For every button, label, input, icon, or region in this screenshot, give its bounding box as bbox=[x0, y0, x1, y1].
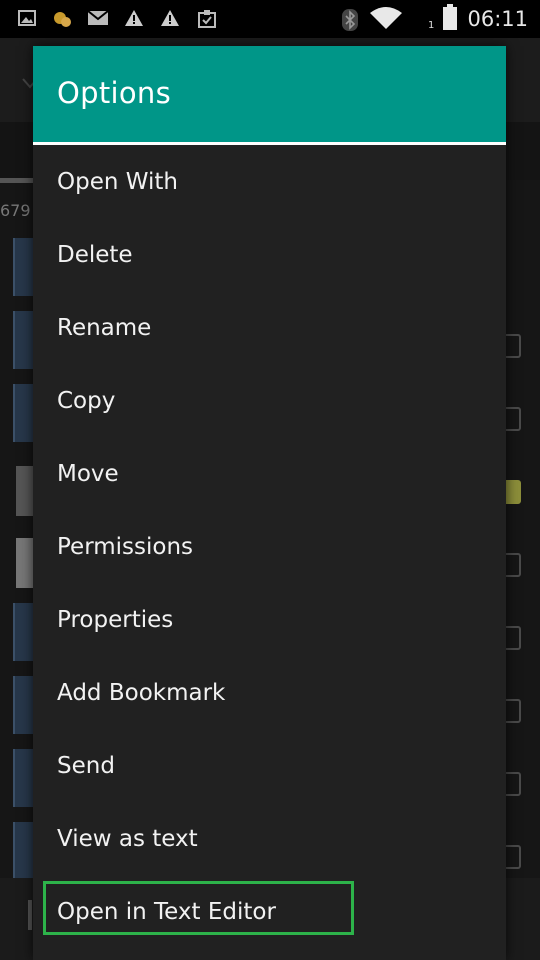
clipboard-icon bbox=[198, 10, 216, 28]
menu-item-send[interactable]: Send bbox=[33, 731, 506, 804]
menu-item-copy[interactable]: Copy bbox=[33, 366, 506, 439]
menu-item-label: Copy bbox=[57, 388, 116, 414]
menu-item-permissions[interactable]: Permissions bbox=[33, 512, 506, 585]
gmail-icon bbox=[87, 10, 109, 25]
warning-icon bbox=[161, 10, 179, 26]
background-bottom-indicator bbox=[28, 900, 32, 930]
menu-item-label: Permissions bbox=[57, 534, 194, 560]
options-dialog: Options Open With Delete Rename Copy Mov… bbox=[33, 46, 506, 960]
menu-item-open-with[interactable]: Open With bbox=[33, 147, 506, 220]
menu-item-add-bookmark[interactable]: Add Bookmark bbox=[33, 658, 506, 731]
bluetooth-icon bbox=[342, 9, 358, 31]
dialog-header: Options bbox=[33, 46, 506, 142]
weather-icon bbox=[54, 12, 71, 27]
menu-item-label: Open With bbox=[57, 169, 178, 195]
warning-icon bbox=[125, 10, 143, 26]
options-menu: Open With Delete Rename Copy Move Permis… bbox=[33, 147, 506, 950]
menu-item-properties[interactable]: Properties bbox=[33, 585, 506, 658]
battery-icon bbox=[443, 4, 457, 30]
menu-item-label: Delete bbox=[57, 242, 133, 268]
menu-item-view-as-text[interactable]: View as text bbox=[33, 804, 506, 877]
dialog-title: Options bbox=[57, 76, 171, 110]
menu-item-label: Open in Text Editor bbox=[57, 899, 276, 925]
wifi-icon bbox=[370, 7, 402, 29]
menu-item-label: View as text bbox=[57, 826, 198, 852]
status-time: 06:11 bbox=[467, 7, 528, 31]
menu-item-move[interactable]: Move bbox=[33, 439, 506, 512]
menu-item-delete[interactable]: Delete bbox=[33, 220, 506, 293]
background-item-count: 679 bbox=[0, 201, 31, 220]
menu-item-open-in-text-editor[interactable]: Open in Text Editor bbox=[33, 877, 506, 950]
dialog-divider bbox=[33, 142, 506, 145]
menu-item-label: Rename bbox=[57, 315, 152, 341]
menu-item-label: Add Bookmark bbox=[57, 680, 226, 706]
menu-item-label: Send bbox=[57, 753, 115, 779]
sim-slot-label: 1 bbox=[428, 20, 435, 31]
menu-item-label: Properties bbox=[57, 607, 174, 633]
image-icon bbox=[18, 10, 36, 26]
menu-item-rename[interactable]: Rename bbox=[33, 293, 506, 366]
background-path-indicator bbox=[0, 178, 34, 183]
menu-item-label: Move bbox=[57, 461, 119, 487]
status-bar: 1 06:11 bbox=[0, 0, 540, 38]
